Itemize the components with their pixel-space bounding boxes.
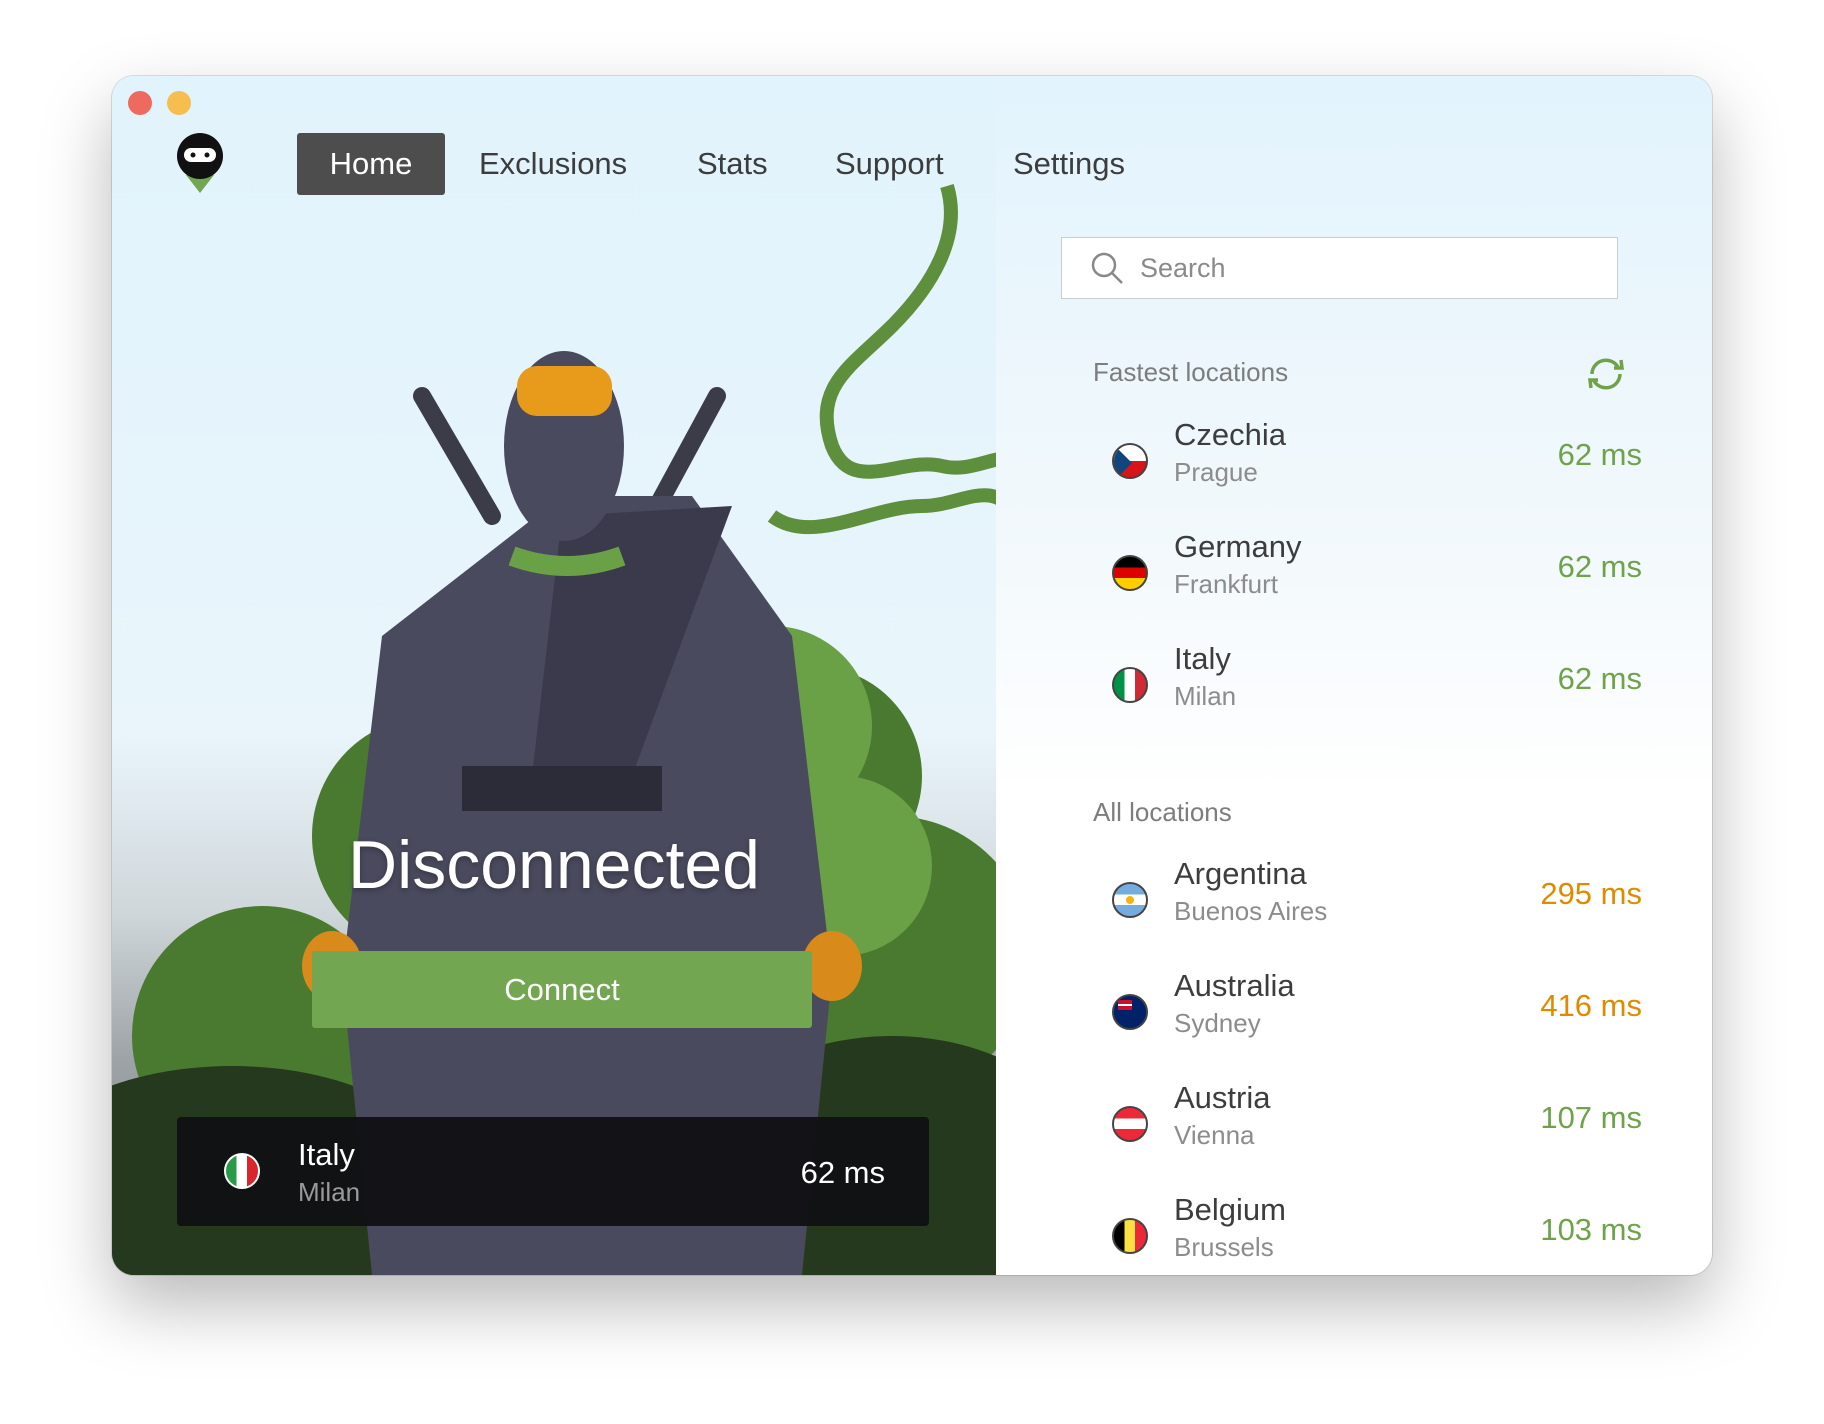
- search-icon: [1091, 252, 1123, 284]
- selected-location-bar[interactable]: Italy Milan 62 ms: [177, 1117, 929, 1226]
- latency: 62 ms: [1557, 437, 1642, 472]
- search-placeholder: Search: [1140, 252, 1226, 283]
- country-name: Australia: [1174, 968, 1295, 1003]
- city-name: Sydney: [1174, 1008, 1261, 1038]
- ninja-illustration: [112, 183, 996, 1275]
- germany-flag-icon: [1112, 555, 1148, 591]
- tab-home[interactable]: Home: [297, 133, 445, 195]
- city-name: Prague: [1174, 457, 1258, 487]
- selected-country: Italy: [298, 1137, 355, 1172]
- location-row-belgium[interactable]: Belgium Brussels 103 ms: [1112, 1186, 1642, 1275]
- italy-flag-icon: [224, 1153, 260, 1189]
- city-name: Frankfurt: [1174, 569, 1279, 599]
- tab-exclusions[interactable]: Exclusions: [479, 133, 627, 195]
- close-button[interactable]: [128, 91, 152, 115]
- country-name: Italy: [1174, 641, 1231, 676]
- location-row-austria[interactable]: Austria Vienna 107 ms: [1112, 1074, 1642, 1174]
- connect-button[interactable]: Connect: [312, 951, 812, 1028]
- latency: 416 ms: [1540, 988, 1642, 1023]
- belgium-flag-icon: [1112, 1218, 1148, 1254]
- app-window: Home Exclusions Stats Support Disconnect…: [112, 76, 1712, 1275]
- selected-city: Milan: [298, 1177, 361, 1207]
- connection-status: Disconnected: [347, 827, 761, 903]
- location-row-australia[interactable]: Australia Sydney 416 ms: [1112, 962, 1642, 1062]
- hero-panel: Home Exclusions Stats Support Disconnect…: [112, 76, 996, 1275]
- italy-flag-icon: [1112, 667, 1148, 703]
- location-row-italy[interactable]: Italy Milan 62 ms: [1112, 635, 1642, 735]
- argentina-flag-icon: [1112, 882, 1148, 918]
- latency: 107 ms: [1540, 1100, 1642, 1135]
- fastest-locations-label: Fastest locations: [1093, 357, 1289, 387]
- country-name: Austria: [1174, 1080, 1271, 1115]
- country-name: Argentina: [1174, 856, 1307, 891]
- tab-stats[interactable]: Stats: [697, 133, 768, 195]
- latency: 62 ms: [1557, 549, 1642, 584]
- country-name: Belgium: [1174, 1192, 1286, 1227]
- location-row-czechia[interactable]: Czechia Prague 62 ms: [1112, 411, 1642, 511]
- latency: 103 ms: [1540, 1212, 1642, 1247]
- latency: 295 ms: [1540, 876, 1642, 911]
- selected-latency: 62 ms: [800, 1155, 885, 1190]
- city-name: Brussels: [1174, 1232, 1274, 1262]
- city-name: Vienna: [1174, 1120, 1255, 1150]
- logo-icon: [177, 133, 223, 193]
- search-input[interactable]: Search: [1061, 237, 1618, 299]
- czechia-flag-icon: [1112, 443, 1148, 479]
- austria-flag-icon: [1112, 1106, 1148, 1142]
- minimize-button[interactable]: [167, 91, 191, 115]
- australia-flag-icon: [1112, 994, 1148, 1030]
- country-name: Germany: [1174, 529, 1302, 564]
- country-name: Czechia: [1174, 417, 1286, 452]
- location-row-germany[interactable]: Germany Frankfurt 62 ms: [1112, 523, 1642, 623]
- city-name: Milan: [1174, 681, 1237, 711]
- city-name: Buenos Aires: [1174, 896, 1328, 926]
- location-row-argentina[interactable]: Argentina Buenos Aires 295 ms: [1112, 850, 1642, 950]
- refresh-icon[interactable]: [1584, 354, 1628, 394]
- latency: 62 ms: [1557, 661, 1642, 696]
- all-locations-label: All locations: [1093, 797, 1232, 827]
- tab-settings[interactable]: Settings: [1013, 133, 1125, 195]
- tab-support[interactable]: Support: [835, 133, 944, 195]
